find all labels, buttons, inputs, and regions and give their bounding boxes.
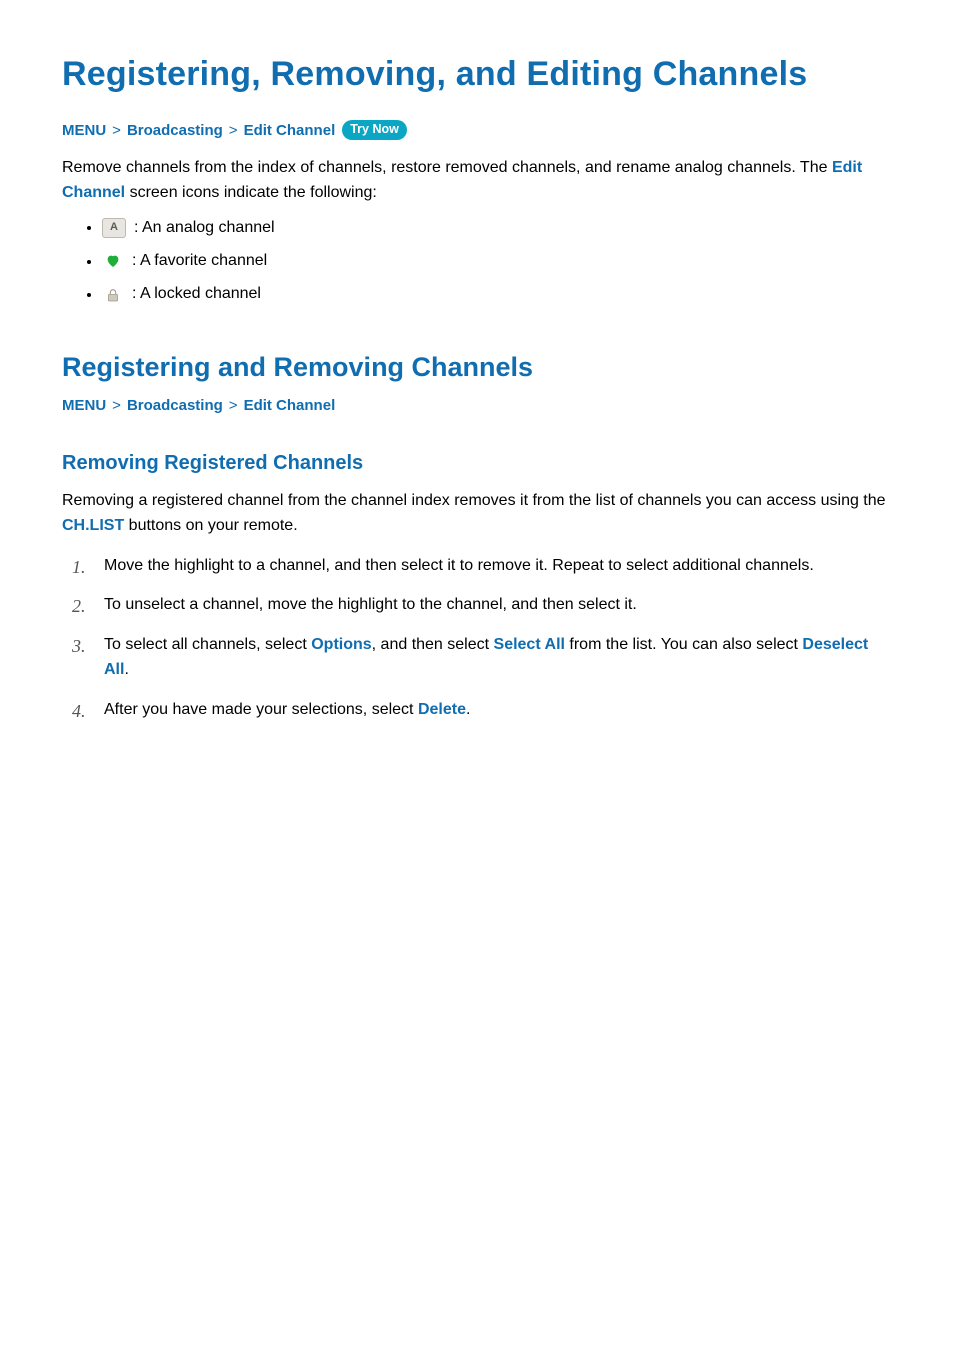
breadcrumb-main: MENU > Broadcasting > Edit Channel Try N… xyxy=(62,120,892,140)
legend-item-analog: A : An analog channel xyxy=(102,216,892,241)
chevron-right-icon: > xyxy=(229,122,238,139)
removing-intro-paragraph: Removing a registered channel from the c… xyxy=(62,489,892,539)
chlist-inline-link: CH.LIST xyxy=(62,517,124,534)
step-2: To unselect a channel, move the highligh… xyxy=(104,592,892,618)
chevron-right-icon: > xyxy=(229,397,238,414)
breadcrumb-edit-channel[interactable]: Edit Channel xyxy=(244,397,336,414)
try-now-button[interactable]: Try Now xyxy=(342,120,407,140)
s3-d: . xyxy=(124,661,128,678)
legend-item-locked: : A locked channel xyxy=(102,282,892,307)
steps-list: Move the highlight to a channel, and the… xyxy=(62,553,892,723)
intro-paragraph: Remove channels from the index of channe… xyxy=(62,156,892,206)
para2-b: buttons on your remote. xyxy=(124,517,297,534)
chevron-right-icon: > xyxy=(112,122,121,139)
breadcrumb-edit-channel[interactable]: Edit Channel xyxy=(244,122,336,139)
s3-b: , and then select xyxy=(372,636,494,653)
legend-item-favorite: : A favorite channel xyxy=(102,249,892,274)
s4-a: After you have made your selections, sel… xyxy=(104,701,418,718)
intro-text-a: Remove channels from the index of channe… xyxy=(62,159,832,176)
s3-c: from the list. You can also select xyxy=(565,636,802,653)
breadcrumb-menu[interactable]: MENU xyxy=(62,122,106,139)
intro-text-b: screen icons indicate the following: xyxy=(125,184,377,201)
section-heading-registering: Registering and Removing Channels xyxy=(62,352,892,383)
lock-icon xyxy=(102,286,124,304)
s3-a: To select all channels, select xyxy=(104,636,311,653)
heart-icon xyxy=(102,252,124,270)
step-4: After you have made your selections, sel… xyxy=(104,697,892,723)
breadcrumb-menu[interactable]: MENU xyxy=(62,397,106,414)
para2-a: Removing a registered channel from the c… xyxy=(62,492,886,509)
select-all-inline-link: Select All xyxy=(494,636,565,653)
analog-icon: A xyxy=(102,218,126,238)
breadcrumb-broadcasting[interactable]: Broadcasting xyxy=(127,397,223,414)
legend-favorite-label: : A favorite channel xyxy=(132,249,267,274)
breadcrumb-secondary: MENU > Broadcasting > Edit Channel xyxy=(62,397,892,414)
page-title: Registering, Removing, and Editing Chann… xyxy=(62,55,892,94)
s4-b: . xyxy=(466,701,470,718)
subsection-heading-removing: Removing Registered Channels xyxy=(62,452,892,475)
delete-inline-link: Delete xyxy=(418,701,466,718)
step-1: Move the highlight to a channel, and the… xyxy=(104,553,892,579)
legend-analog-label: : An analog channel xyxy=(134,216,275,241)
breadcrumb-broadcasting[interactable]: Broadcasting xyxy=(127,122,223,139)
options-inline-link: Options xyxy=(311,636,371,653)
chevron-right-icon: > xyxy=(112,397,121,414)
step-3: To select all channels, select Options, … xyxy=(104,632,892,683)
icon-legend-list: A : An analog channel : A favorite chann… xyxy=(62,216,892,308)
legend-locked-label: : A locked channel xyxy=(132,282,261,307)
